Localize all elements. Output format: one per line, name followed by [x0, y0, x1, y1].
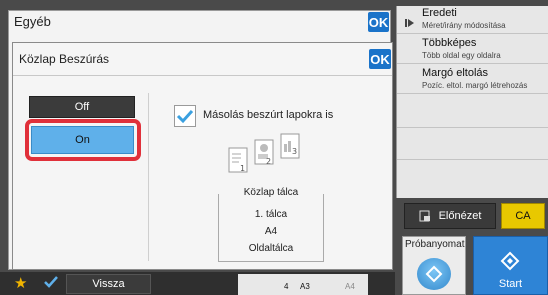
star-icon[interactable]: ★ — [14, 274, 27, 292]
tray-size: A4 — [264, 226, 278, 237]
menu-item-eredeti[interactable]: Eredeti Méret/irány módosítása — [397, 6, 548, 34]
proba-label: Próbanyomat — [405, 239, 465, 250]
expand-arrow-icon[interactable] — [405, 18, 415, 28]
dialog-ok-button[interactable]: OK — [369, 49, 391, 69]
checkmark-icon — [176, 109, 194, 124]
strip-text: A4 — [345, 282, 355, 291]
off-button[interactable]: Off — [29, 96, 135, 118]
menu-item-subtitle: Több oldal egy oldalra — [422, 51, 501, 60]
menu-item-subtitle: Méret/irány módosítása — [422, 21, 506, 30]
strip-text: A3 — [300, 282, 310, 291]
start-label: Start — [498, 278, 523, 290]
on-button[interactable]: On — [31, 126, 134, 154]
preview-label: Előnézet — [438, 210, 482, 222]
menu-item-empty — [397, 128, 548, 160]
tray-type: Oldaltálca — [248, 243, 294, 254]
preview-icon — [419, 210, 430, 222]
menu-item-empty — [397, 160, 548, 198]
menu-item-title: Eredeti — [422, 7, 457, 19]
tray-title: Közlap tálca — [225, 187, 317, 198]
svg-text:2: 2 — [266, 157, 271, 166]
diamond-start-icon — [425, 265, 443, 283]
check-icon[interactable] — [42, 273, 60, 291]
diamond-start-icon — [500, 251, 520, 271]
inserted-pages-icon: 1 2 3 — [228, 133, 300, 173]
strip-text: 4 — [284, 282, 289, 291]
back-button[interactable]: Vissza — [66, 274, 151, 294]
menu-item-tobbkepes[interactable]: Többképes Több oldal egy oldalra — [397, 36, 548, 64]
proof-print-button[interactable] — [417, 258, 451, 290]
preview-button[interactable]: Előnézet — [404, 203, 496, 229]
right-menu-panel: Eredeti Méret/irány módosítása Többképes… — [396, 6, 548, 198]
menu-item-title: Margó eltolás — [422, 67, 489, 79]
svg-text:1: 1 — [240, 164, 245, 173]
menu-item-title: Többképes — [422, 37, 477, 49]
menu-item-empty — [397, 96, 548, 128]
menu-item-margo[interactable]: Margó eltolás Pozíc. eltol. margó létreh… — [397, 66, 548, 94]
tray-name: 1. tálca — [254, 209, 288, 220]
egyeb-ok-button[interactable]: OK — [368, 12, 389, 32]
menu-item-subtitle: Pozíc. eltol. margó létrehozás — [422, 81, 528, 90]
vertical-separator — [148, 93, 149, 261]
svg-text:3: 3 — [292, 147, 297, 156]
copy-inserted-checkbox[interactable] — [174, 105, 196, 127]
dialog-title: Közlap Beszúrás — [19, 52, 110, 66]
egyeb-title: Egyéb — [14, 14, 51, 29]
ca-button[interactable]: CA — [501, 203, 545, 229]
copy-inserted-label: Másolás beszúrt lapokra is — [203, 109, 334, 121]
kozlap-dialog: Közlap Beszúrás OK Off On Másolás beszúr… — [12, 42, 393, 270]
dialog-separator — [13, 75, 392, 76]
